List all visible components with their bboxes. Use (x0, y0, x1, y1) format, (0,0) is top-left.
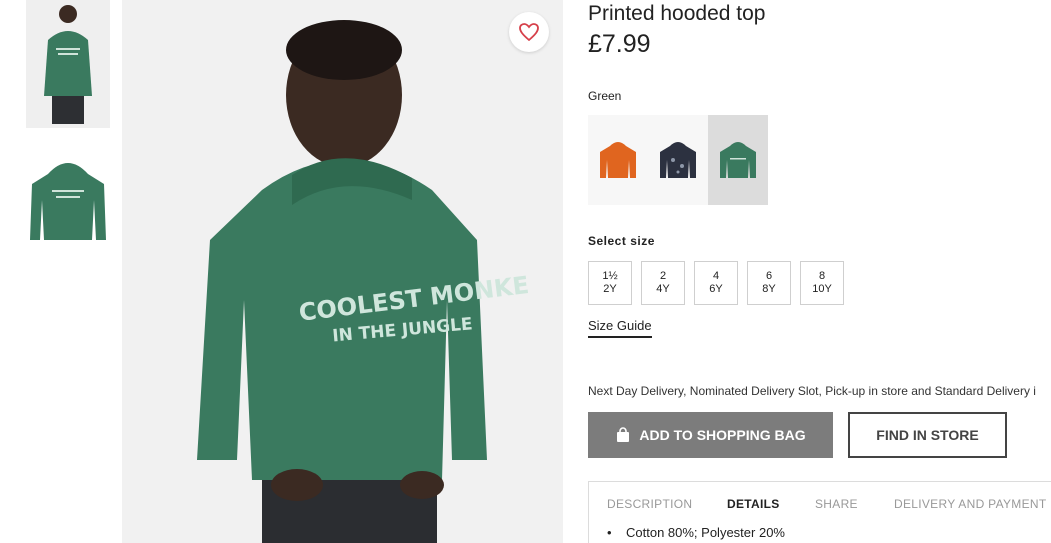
size-number: 4 (712, 270, 720, 282)
composition-text: Cotton 80%; Polyester 20% (626, 525, 785, 540)
detail-list-item: • Cotton 80%; Polyester 20% (607, 525, 785, 540)
size-guide-link[interactable]: Size Guide (588, 318, 652, 338)
size-options: 1½ 2Y 2 4Y 4 6Y 6 8Y 8 10Y (588, 261, 844, 305)
color-swatch-orange[interactable] (588, 115, 648, 205)
size-number: 6 (765, 270, 773, 282)
thumbnail-model[interactable] (26, 0, 110, 128)
main-product-image: COOLEST MONKE IN THE JUNGLE (122, 0, 563, 543)
shopping-bag-icon (617, 427, 630, 442)
bullet: • (607, 525, 612, 540)
thumbnail-flat[interactable] (26, 140, 110, 250)
size-option[interactable]: 4 6Y (694, 261, 738, 305)
size-option[interactable]: 6 8Y (747, 261, 791, 305)
color-swatches (588, 115, 768, 205)
add-to-bag-button[interactable]: ADD TO SHOPPING BAG (588, 412, 833, 458)
select-size-label: Select size (588, 234, 655, 248)
favorite-button[interactable] (509, 12, 549, 52)
size-age: 4Y (656, 283, 670, 295)
tab-share[interactable]: SHARE (815, 497, 858, 511)
size-number: 8 (818, 270, 826, 282)
color-swatch-navy[interactable] (648, 115, 708, 205)
size-age: 6Y (709, 283, 723, 295)
hoodie-navy-icon (660, 142, 696, 178)
tab-delivery-and-payment[interactable]: DELIVERY AND PAYMENT (894, 497, 1047, 511)
product-price: £7.99 (588, 30, 651, 58)
size-age: 8Y (762, 283, 776, 295)
size-option[interactable]: 8 10Y (800, 261, 844, 305)
hoodie-green-icon (720, 142, 756, 178)
tab-details[interactable]: DETAILS (727, 497, 780, 511)
size-age: 2Y (603, 283, 617, 295)
size-option[interactable]: 2 4Y (641, 261, 685, 305)
delivery-info: Next Day Delivery, Nominated Delivery Sl… (588, 384, 1036, 398)
heart-icon (519, 23, 539, 41)
size-number: 1½ (602, 270, 618, 282)
size-option[interactable]: 1½ 2Y (588, 261, 632, 305)
color-swatch-green[interactable] (708, 115, 768, 205)
tab-description[interactable]: DESCRIPTION (607, 497, 692, 511)
add-to-bag-label: ADD TO SHOPPING BAG (639, 427, 806, 443)
product-title: Printed hooded top (588, 2, 766, 25)
find-in-store-button[interactable]: FIND IN STORE (848, 412, 1007, 458)
size-number: 2 (659, 270, 667, 282)
selected-color-name: Green (588, 89, 622, 103)
hoodie-orange-icon (600, 142, 636, 178)
size-age: 10Y (812, 283, 832, 295)
